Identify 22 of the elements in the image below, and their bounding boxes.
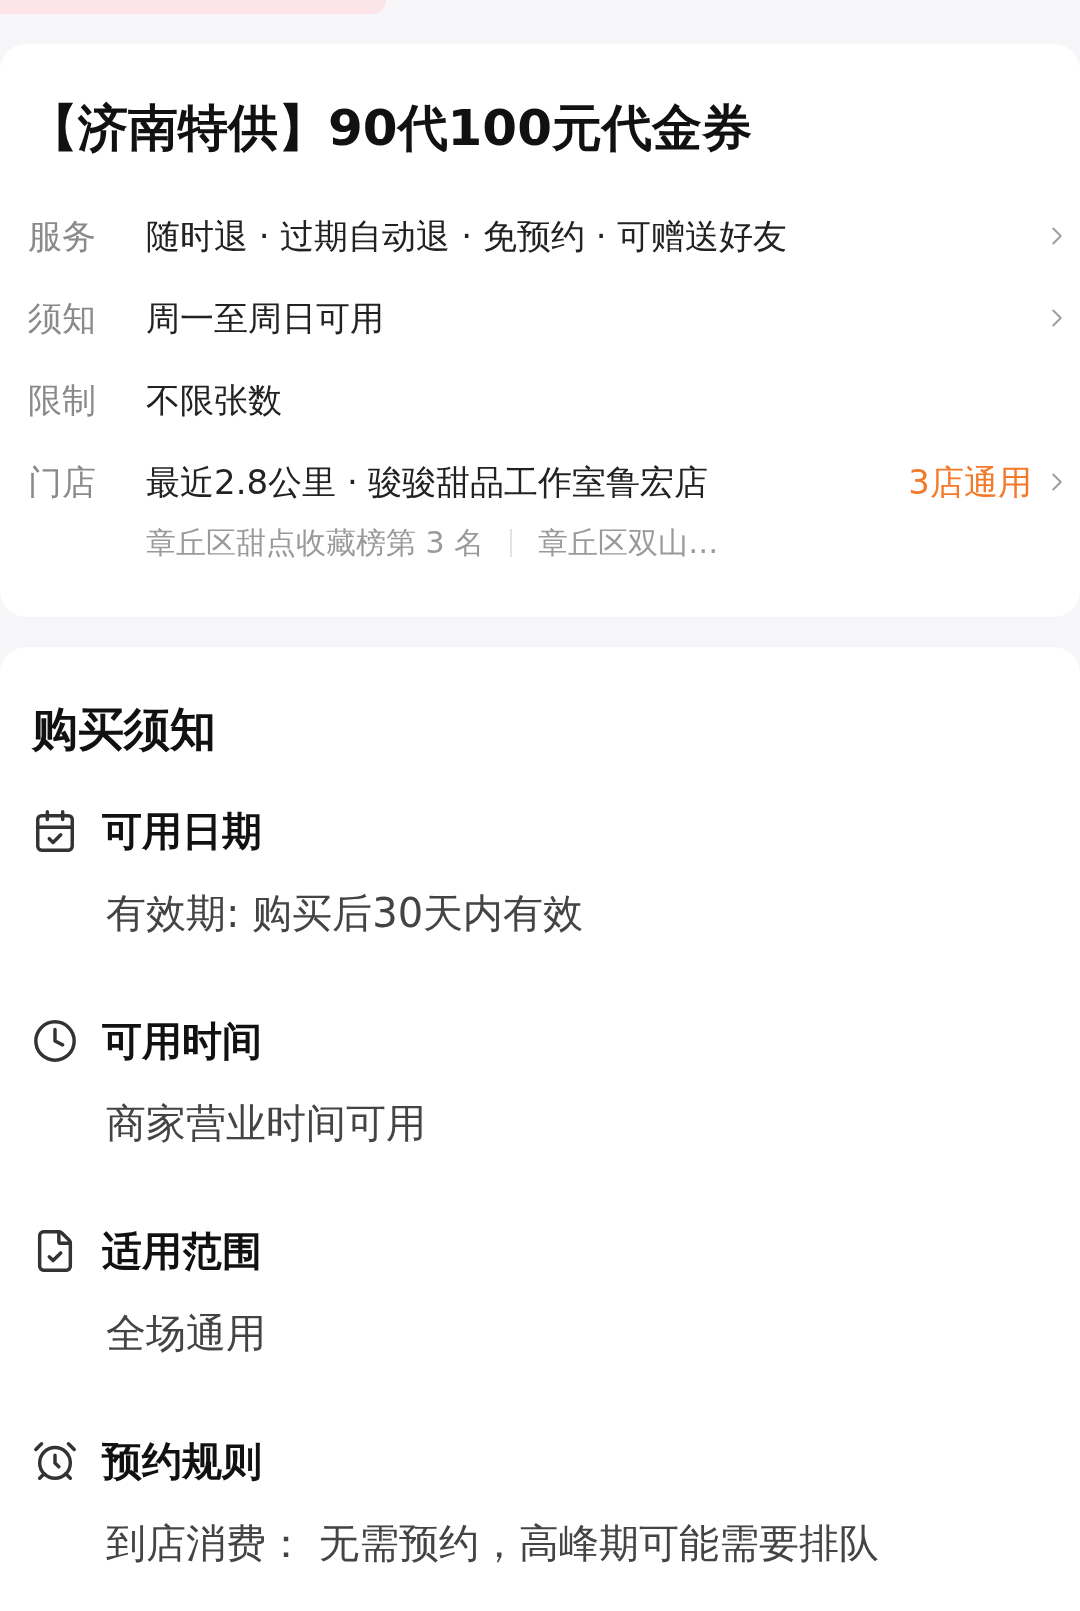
section-title: 预约规则: [102, 1437, 262, 1486]
row-label: 服务: [28, 214, 97, 258]
section-title: 可用日期: [102, 807, 262, 856]
row-label: 限制: [28, 378, 97, 422]
row-value: 随时退 · 过期自动退 · 免预约 · 可赠送好友: [146, 214, 789, 258]
section-title: 可用时间: [102, 1017, 262, 1066]
section-text: 到店消费： 无需预约，高峰期可能需要排队: [106, 1519, 880, 1568]
store-detail: 章丘区甜点收藏榜第 3 名: [146, 524, 485, 562]
row-label: 须知: [28, 296, 97, 340]
store-detail: 章丘区双山…: [538, 524, 719, 562]
section-text: 全场通用: [106, 1309, 267, 1358]
section-text: 有效期: 购买后30天内有效: [106, 889, 585, 938]
notice-heading: 购买须知: [32, 701, 217, 758]
store-value: 最近2.8公里 · 骏骏甜品工作室鲁宏店: [146, 460, 710, 504]
row-value: 不限张数: [146, 378, 283, 422]
clock-icon: [32, 1018, 78, 1064]
row-value: 周一至周日可用: [146, 296, 385, 340]
row-label: 门店: [28, 460, 97, 504]
store-count-tag: 3店通用: [908, 456, 1032, 508]
section-text: 商家营业时间可用: [106, 1099, 427, 1148]
section-title: 适用范围: [102, 1227, 262, 1276]
deal-title: 【济南特供】90代100元代金券: [28, 98, 753, 159]
